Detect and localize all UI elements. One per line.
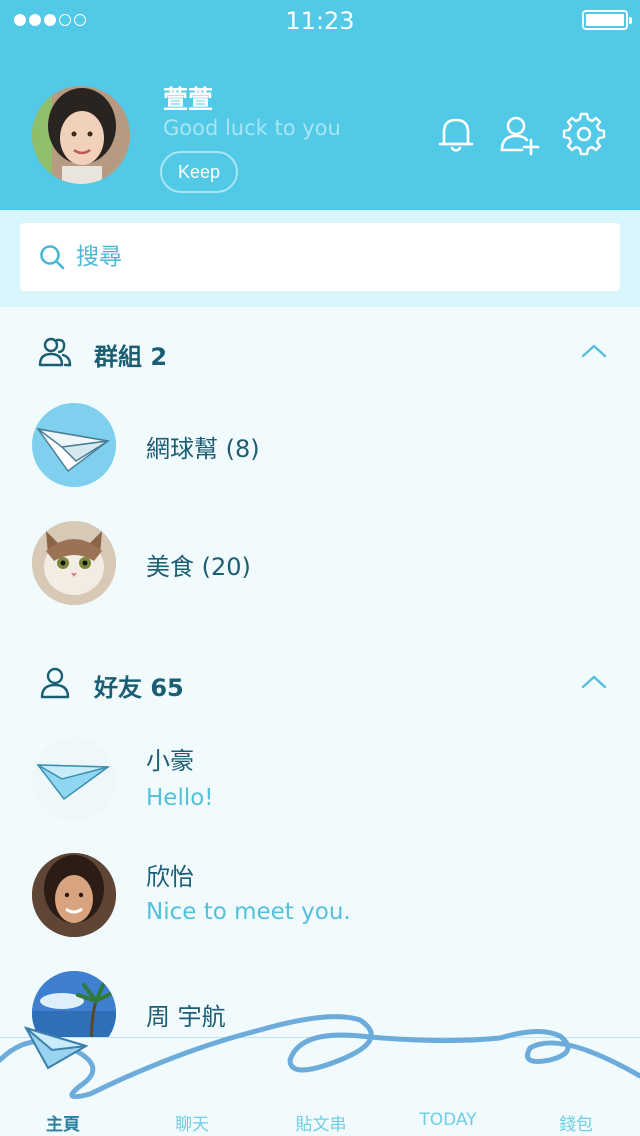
bell-icon[interactable] xyxy=(434,112,478,156)
tab-home[interactable]: 主頁 xyxy=(13,1110,113,1135)
woman-avatar xyxy=(32,853,116,937)
friend-name: 欣怡 xyxy=(146,863,194,891)
add-friend-icon[interactable] xyxy=(498,112,542,156)
group-row-tennis[interactable]: 網球幫 (8) xyxy=(0,403,640,513)
status-bar: 11:23 xyxy=(0,0,640,40)
friend-name: 周 宇航 xyxy=(146,1003,226,1031)
search-area xyxy=(0,210,640,307)
cat-avatar xyxy=(32,521,116,605)
friends-section-title: 好友 65 xyxy=(94,674,184,702)
status-time: 11:23 xyxy=(285,7,355,35)
friends-section-header[interactable]: 好友 65 xyxy=(0,652,640,712)
group-name: 美食 (20) xyxy=(146,553,251,581)
search-box[interactable] xyxy=(20,223,620,291)
search-input[interactable] xyxy=(76,233,596,281)
settings-gear-icon[interactable] xyxy=(562,112,606,156)
keep-button[interactable]: Keep xyxy=(160,151,238,193)
profile-avatar[interactable] xyxy=(32,86,130,184)
paper-plane-avatar xyxy=(32,403,116,487)
groups-section-header[interactable]: 群組 2 xyxy=(0,321,640,381)
groups-section-title: 群組 2 xyxy=(94,343,168,371)
friend-status-message: Nice to meet you. xyxy=(146,899,351,925)
profile-name: 萱萱 xyxy=(163,85,214,114)
tab-wallet[interactable]: 錢包 xyxy=(526,1110,626,1135)
paper-plane-avatar xyxy=(32,737,116,821)
group-name: 網球幫 (8) xyxy=(146,435,260,463)
battery-icon xyxy=(582,10,632,30)
friend-row[interactable]: 周 宇航 xyxy=(0,971,640,1037)
friend-row[interactable]: 小豪 Hello! xyxy=(0,737,640,847)
chevron-up-icon[interactable] xyxy=(580,339,608,363)
tab-chat[interactable]: 聊天 xyxy=(142,1110,242,1135)
profile-status-message[interactable]: Good luck to you xyxy=(163,116,341,140)
group-icon xyxy=(38,337,72,367)
group-row-food[interactable]: 美食 (20) xyxy=(0,521,640,631)
person-icon xyxy=(40,667,70,699)
search-icon xyxy=(40,245,65,270)
friend-status-message: Hello! xyxy=(146,785,214,811)
beach-avatar xyxy=(32,971,116,1037)
tab-timeline[interactable]: 貼文串 xyxy=(271,1110,371,1135)
header: 11:23 萱萱 Good luck to you Keep xyxy=(0,0,640,210)
friend-name: 小豪 xyxy=(146,747,194,775)
chevron-up-icon[interactable] xyxy=(580,670,608,694)
tab-today[interactable]: TODAY xyxy=(398,1110,498,1130)
friend-row[interactable]: 欣怡 Nice to meet you. xyxy=(0,853,640,963)
contact-list[interactable]: 群組 2 網球幫 (8) 美食 (20) 好友 65 小豪 Hello! 欣怡 … xyxy=(0,307,640,1037)
bottom-tab-bar: 主頁 聊天 貼文串 TODAY 錢包 xyxy=(0,1037,640,1136)
